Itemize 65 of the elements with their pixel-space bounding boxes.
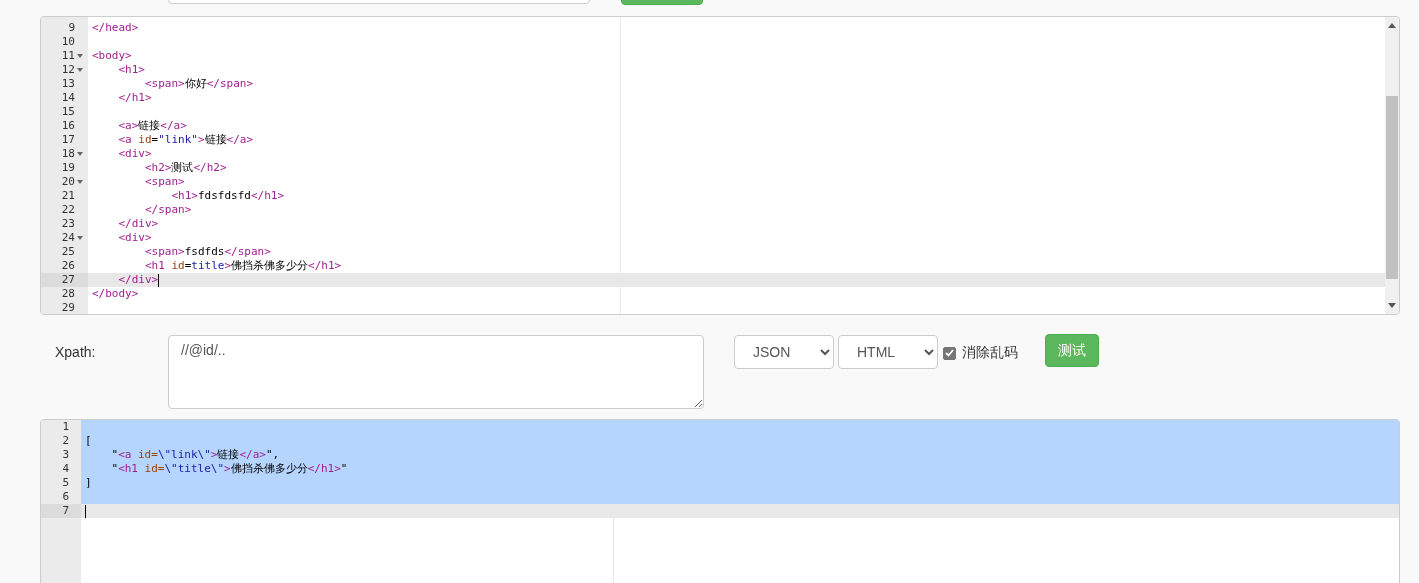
code-line: <h2>测试</h2> [143,161,227,175]
line-number: 14 [61,91,75,105]
scroll-up-icon[interactable] [1388,23,1396,28]
line-number: 10 [61,35,75,49]
code-line: </head> [92,21,139,35]
xpath-input[interactable]: //@id/.. [168,335,704,409]
line-number: 12 [61,63,75,77]
code-line: ] [85,476,92,490]
code-line: <body> [92,49,132,63]
code-line: <span>fsdfds</span> [143,245,271,259]
code-line: [ [85,434,92,448]
code-line: <div> [117,231,152,245]
line-number: 19 [61,161,75,175]
line-number: 24 [61,231,75,245]
line-number: 16 [61,119,75,133]
line-number: 27 [61,273,75,287]
fold-arrow-icon[interactable] [76,152,83,156]
line-number: 5 [62,476,69,490]
checkbox-label: 消除乱码 [962,344,1018,362]
code-line: </body> [92,287,139,301]
code-line: <h1>fdsfdsfd</h1> [170,189,285,203]
fold-arrow-icon[interactable] [76,236,83,240]
code-line: "<a id=\"link\">链接</a>", [110,448,280,462]
line-number: 21 [61,189,75,203]
line-number: 25 [61,245,75,259]
line-number: 11 [61,49,75,63]
line-number: 17 [61,133,75,147]
result-editor[interactable]: 1 2 3 4 5 6 7 [ "<a id=\"link\">链接</a>", "<h1 id=\"title\">佛挡杀佛多少分</h1>" ] [40,419,1400,583]
line-number: 18 [61,147,75,161]
line-number: 1 [62,420,69,434]
code-line: </div> [117,273,160,287]
line-number: 7 [62,504,69,518]
fold-arrow-icon[interactable] [76,54,83,58]
code-line: <span> [143,175,185,189]
xpath-label: Xpath: [55,344,97,360]
line-number: 22 [61,203,75,217]
line-number: 9 [68,21,75,35]
line-number: 23 [61,217,75,231]
line-number: 4 [62,462,69,476]
line-number: 20 [61,175,75,189]
line-number: 28 [61,287,75,301]
line-number: 6 [62,490,69,504]
code-line: "<h1 id=\"title\">佛挡杀佛多少分</h1>" [110,462,348,476]
code-line: </span> [143,203,192,217]
scrollbar[interactable] [1385,17,1399,314]
code-line: <a id="link">链接</a> [117,133,254,147]
output-format-select[interactable]: JSON [734,335,834,369]
code-line: <span>你好</span> [143,77,254,91]
line-number: 3 [62,448,69,462]
code-line: <h1 id=title>佛挡杀佛多少分</h1> [143,259,342,273]
line-number: 2 [62,434,69,448]
fold-arrow-icon[interactable] [76,180,83,184]
line-number: 13 [61,77,75,91]
line-number: 29 [61,301,75,314]
fold-arrow-icon[interactable] [76,68,83,72]
code-line: <div> [117,147,152,161]
scroll-down-icon[interactable] [1388,303,1396,308]
input-format-select[interactable]: HTML [838,335,938,369]
line-number: 15 [61,105,75,119]
code-line: <a>链接</a> [117,119,187,133]
line-number: 26 [61,259,75,273]
code-line: </div> [117,217,159,231]
code-line: <h1> [117,63,145,77]
checkbox[interactable] [943,346,956,360]
code-line: </h1> [117,91,152,105]
